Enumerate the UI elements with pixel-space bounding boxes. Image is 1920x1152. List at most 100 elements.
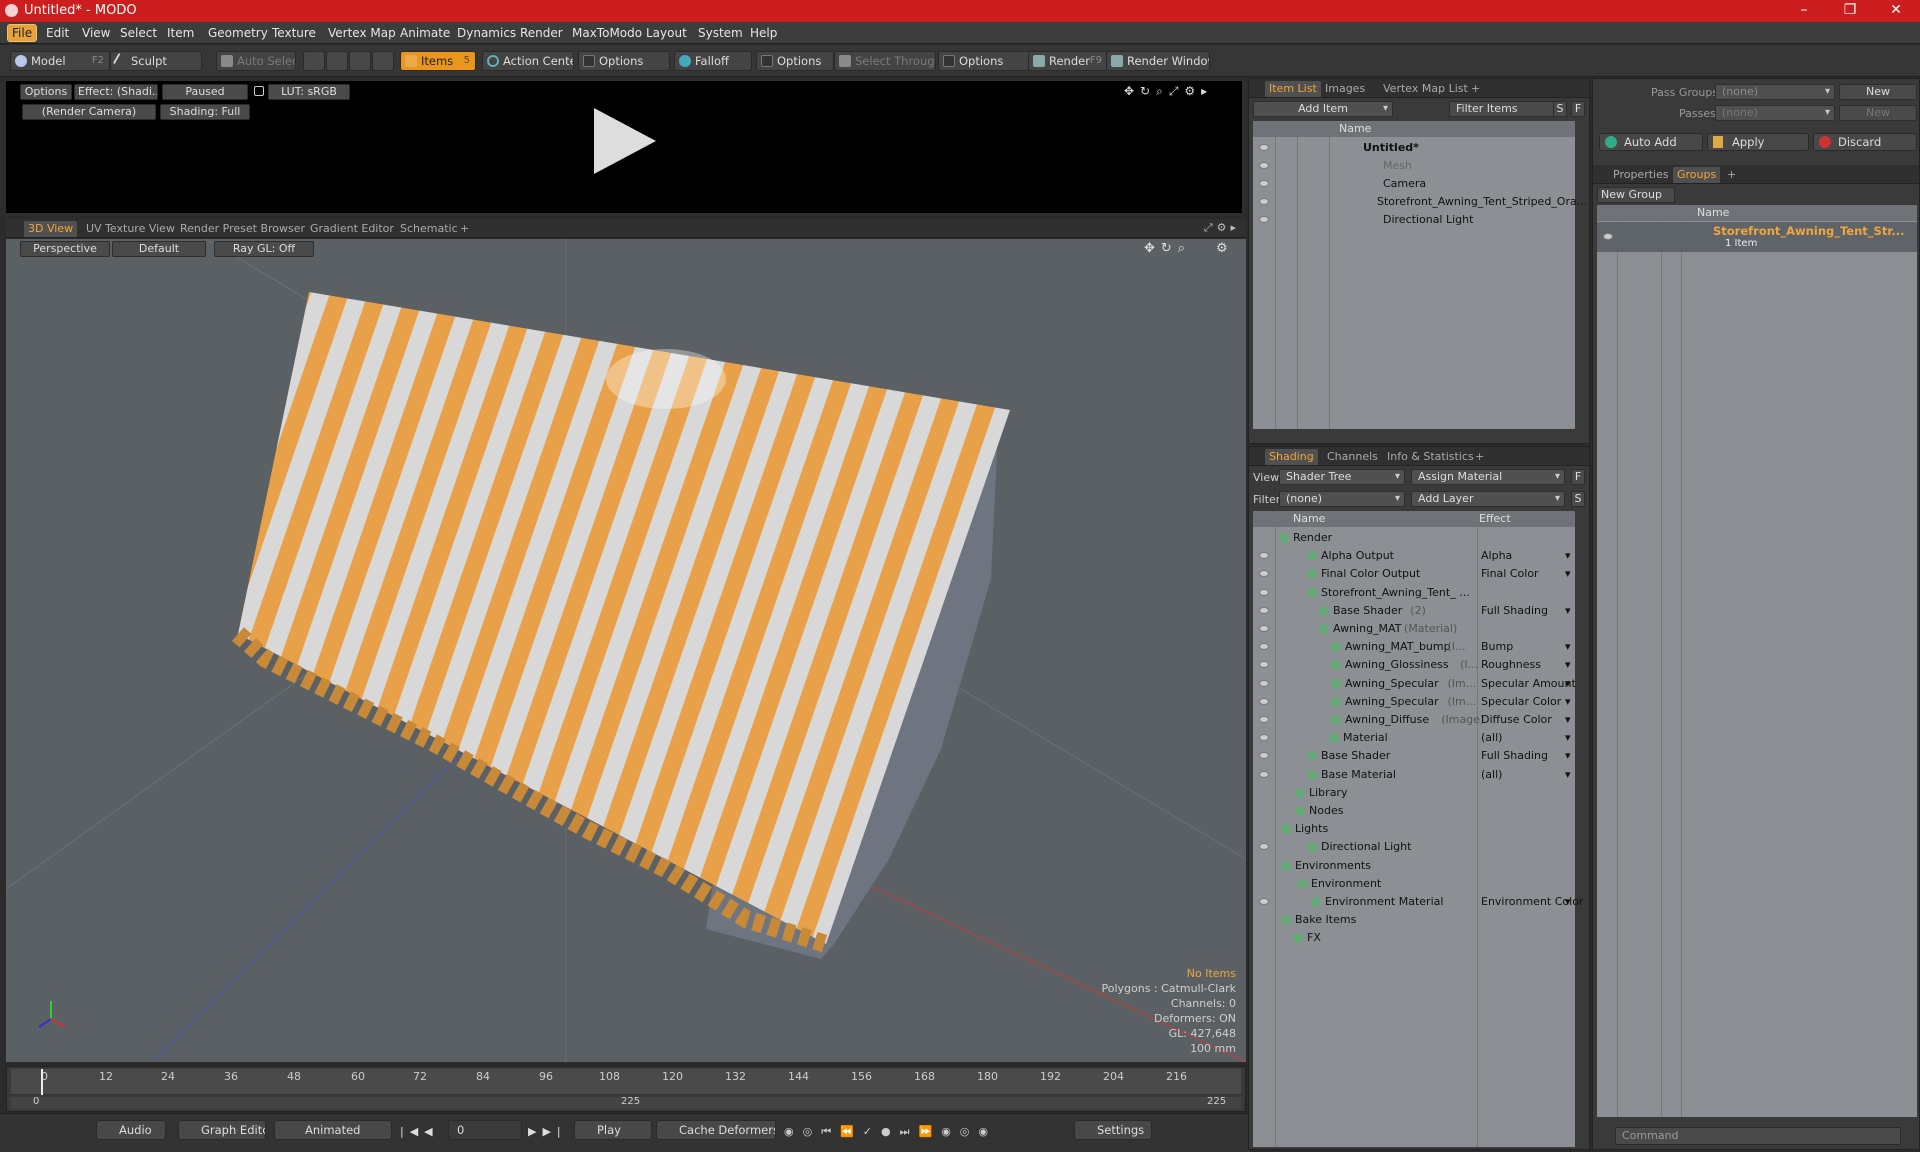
tab-gradient-editor[interactable]: Gradient Editor	[306, 221, 398, 237]
shader-tree-row[interactable]: Base Shader Full Shading ▾	[1253, 747, 1575, 765]
passes-dropdown[interactable]: (none)	[1715, 105, 1835, 121]
brush-icon[interactable]	[1259, 643, 1269, 651]
menu-item[interactable]: Item	[163, 25, 198, 41]
eye-icon[interactable]	[1259, 198, 1269, 205]
f-button[interactable]: F	[1571, 101, 1585, 117]
menu-help[interactable]: Help	[746, 25, 781, 41]
shader-tree-row[interactable]: Alpha Output Alpha ▾	[1253, 547, 1575, 565]
new-pass-group-button[interactable]: New	[1839, 84, 1917, 100]
tab-schematic[interactable]: Schematic	[396, 221, 462, 237]
timeline-range-bar[interactable]: 0 225 225	[11, 1096, 1241, 1109]
minimize-button[interactable]: –	[1781, 0, 1827, 22]
shader-tree-row[interactable]: Awning_Specular (Im... Specular Color ▾	[1253, 693, 1575, 711]
layer-effect[interactable]: (all)	[1481, 766, 1502, 784]
list-item[interactable]: Mesh	[1253, 157, 1575, 175]
shader-tree-row[interactable]: Environments	[1253, 857, 1575, 875]
layer-effect[interactable]: Diffuse Color	[1481, 711, 1552, 729]
shader-tree-row[interactable]: Environment Material Environment Color ▾	[1253, 893, 1583, 911]
layer-effect[interactable]: Specular Amount	[1481, 675, 1576, 693]
list-item[interactable]: Camera	[1253, 175, 1575, 193]
filter-dropdown[interactable]: (none)	[1279, 491, 1405, 507]
add-tab-button[interactable]: +	[1471, 449, 1488, 465]
tab-images[interactable]: Images	[1321, 81, 1369, 97]
shader-tree-row[interactable]: Directional Light	[1253, 838, 1575, 856]
cache-deformers-button[interactable]: Cache Deformers	[656, 1120, 776, 1140]
layer-effect[interactable]: Final Color	[1481, 565, 1539, 583]
viewport-tab-icons[interactable]: ⤢⚙▸	[1204, 221, 1240, 235]
eye-icon[interactable]	[1259, 552, 1269, 560]
add-layer-dropdown[interactable]: Add Layer	[1411, 491, 1565, 507]
shader-tree-row[interactable]: Storefront_Awning_Tent_ ...	[1253, 584, 1575, 602]
lut-dropdown[interactable]: LUT: sRGB	[268, 84, 350, 100]
eye-icon[interactable]	[1259, 144, 1269, 151]
eye-icon[interactable]	[1259, 570, 1269, 578]
f-button[interactable]: F	[1571, 469, 1585, 485]
eye-icon[interactable]	[1259, 180, 1269, 187]
shader-tree-row[interactable]: Bake Items	[1253, 911, 1575, 929]
action-center-options-button[interactable]: Options	[578, 51, 670, 71]
eye-icon[interactable]	[1259, 162, 1269, 169]
list-item[interactable]: Untitled*	[1253, 139, 1575, 157]
menu-animate[interactable]: Animate	[396, 25, 454, 41]
select-options-button[interactable]: Options	[938, 51, 1030, 71]
items-mode-button[interactable]: Items 5	[400, 51, 476, 71]
menu-maxtomodo[interactable]: MaxToModo	[568, 25, 646, 41]
command-input[interactable]: Command	[1615, 1127, 1901, 1145]
settings-button[interactable]: Settings	[1074, 1120, 1152, 1140]
preview-paused-button[interactable]: Paused	[162, 84, 248, 100]
polygon-mode-button[interactable]	[349, 51, 371, 71]
shader-tree-row[interactable]: Awning_MAT_bump (I... Bump ▾	[1253, 638, 1575, 656]
playhead[interactable]	[41, 1069, 43, 1095]
shader-tree-row[interactable]: Awning_Glossiness (I... Roughness ▾	[1253, 656, 1575, 674]
group-row[interactable]: Storefront_Awning_Tent_Str... 1 Item	[1597, 222, 1917, 252]
layer-effect[interactable]: (all)	[1481, 729, 1502, 747]
add-item-dropdown[interactable]: Add Item	[1253, 101, 1393, 117]
chevron-down-icon[interactable]: ▾	[1565, 693, 1571, 711]
chevron-down-icon[interactable]: ▾	[1565, 711, 1571, 729]
chevron-down-icon[interactable]: ▾	[1565, 547, 1571, 565]
new-group-button[interactable]: New Group	[1597, 187, 1675, 203]
auto-add-button[interactable]: Auto Add	[1599, 133, 1703, 151]
render-window-button[interactable]: Render Window	[1106, 51, 1210, 71]
chevron-down-icon[interactable]: ▾	[1565, 729, 1571, 747]
sculpt-mode-button[interactable]: Sculpt	[110, 51, 202, 71]
render-button[interactable]: Render F9	[1028, 51, 1108, 71]
tab-render-preset-browser[interactable]: Render Preset Browser	[176, 221, 309, 237]
eye-icon[interactable]	[1259, 843, 1269, 851]
chevron-down-icon[interactable]: ▾	[1565, 747, 1571, 765]
layer-effect[interactable]: Specular Color	[1481, 693, 1561, 711]
chevron-down-icon[interactable]: ▾	[1565, 565, 1571, 583]
tab-uv-texture-view[interactable]: UV Texture View	[82, 221, 179, 237]
falloff-button[interactable]: Falloff	[674, 51, 752, 71]
chevron-down-icon[interactable]: ▾	[1565, 766, 1571, 784]
falloff-options-button[interactable]: Options	[756, 51, 834, 71]
eye-icon[interactable]	[1259, 679, 1269, 687]
list-item[interactable]: Storefront_Awning_Tent_Striped_Ora...	[1253, 193, 1587, 211]
timeline[interactable]: 0 12 24 36 48 60 72 84 96 108 120 132 14…	[6, 1066, 1246, 1112]
default-dropdown[interactable]: Default	[112, 241, 206, 257]
menu-texture[interactable]: Texture	[268, 25, 320, 41]
raygl-dropdown[interactable]: Ray GL: Off	[214, 241, 314, 257]
menu-dynamics[interactable]: Dynamics	[453, 25, 520, 41]
eye-icon[interactable]	[1259, 661, 1269, 669]
preview-effect-dropdown[interactable]: Effect: (Shadi...	[74, 84, 158, 100]
view-dropdown[interactable]: Shader Tree	[1279, 469, 1405, 485]
eye-icon[interactable]	[1259, 770, 1269, 778]
shader-tree-row[interactable]: Awning_Diffuse (Image) Diffuse Color ▾	[1253, 711, 1575, 729]
eye-icon[interactable]	[1259, 716, 1269, 723]
gear-icon[interactable]: ⚙	[1216, 241, 1228, 256]
shader-tree-row[interactable]: Library	[1253, 784, 1575, 802]
frame-input[interactable]: 0	[448, 1120, 522, 1140]
menu-file[interactable]: File	[6, 24, 38, 42]
list-item[interactable]: Directional Light	[1253, 211, 1575, 229]
shader-tree-row[interactable]: Base Shader (2) Full Shading ▾	[1253, 602, 1575, 620]
eye-icon[interactable]	[1259, 898, 1269, 905]
eye-icon[interactable]	[1603, 233, 1613, 240]
shader-tree-row[interactable]: Awning_MAT (Material)	[1253, 620, 1575, 638]
shader-tree-row[interactable]: Environment	[1253, 875, 1575, 893]
menu-geometry[interactable]: Geometry	[204, 25, 272, 41]
eye-icon[interactable]	[1259, 734, 1269, 742]
eye-icon[interactable]	[1259, 625, 1269, 632]
tab-info-statistics[interactable]: Info & Statistics	[1383, 449, 1478, 465]
chevron-down-icon[interactable]: ▾	[1565, 893, 1571, 911]
